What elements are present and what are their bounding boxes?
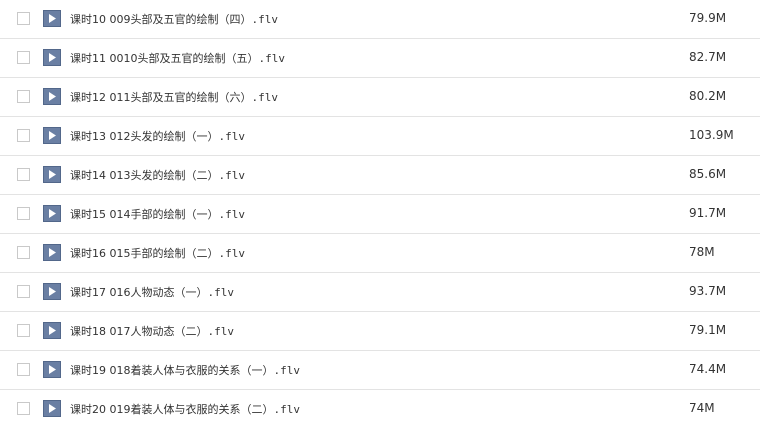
file-size: 85.6M xyxy=(689,167,727,181)
file-name[interactable]: 课时12 011头部及五官的绘制（六）.flv xyxy=(70,89,278,105)
file-size: 78M xyxy=(689,245,715,259)
file-name[interactable]: 课时13 012头发的绘制（一）.flv xyxy=(70,128,245,144)
file-row[interactable]: 课时15 014手部的绘制（一）.flv 91.7M xyxy=(0,195,760,234)
file-name[interactable]: 课时11 0010头部及五官的绘制（五）.flv xyxy=(70,50,285,66)
video-file-icon xyxy=(43,49,61,66)
file-row[interactable]: 课时17 016人物动态（一）.flv 93.7M xyxy=(0,273,760,312)
file-name[interactable]: 课时15 014手部的绘制（一）.flv xyxy=(70,206,245,222)
file-name[interactable]: 课时16 015手部的绘制（二）.flv xyxy=(70,245,245,261)
video-file-icon xyxy=(43,283,61,300)
select-checkbox[interactable] xyxy=(17,168,30,181)
video-file-icon xyxy=(43,166,61,183)
file-row[interactable]: 课时11 0010头部及五官的绘制（五）.flv 82.7M xyxy=(0,39,760,78)
video-file-icon xyxy=(43,322,61,339)
file-row[interactable]: 课时12 011头部及五官的绘制（六）.flv 80.2M xyxy=(0,78,760,117)
video-file-icon xyxy=(43,127,61,144)
select-checkbox[interactable] xyxy=(17,51,30,64)
select-checkbox[interactable] xyxy=(17,246,30,259)
select-checkbox[interactable] xyxy=(17,207,30,220)
select-checkbox[interactable] xyxy=(17,324,30,337)
video-file-icon xyxy=(43,88,61,105)
file-row[interactable]: 课时13 012头发的绘制（一）.flv 103.9M xyxy=(0,117,760,156)
file-size: 79.1M xyxy=(689,323,727,337)
file-row[interactable]: 课时14 013头发的绘制（二）.flv 85.6M xyxy=(0,156,760,195)
file-row[interactable]: 课时10 009头部及五官的绘制（四）.flv 79.9M xyxy=(0,0,760,39)
select-checkbox[interactable] xyxy=(17,90,30,103)
file-size: 82.7M xyxy=(689,50,727,64)
file-size: 74.4M xyxy=(689,362,727,376)
video-file-icon xyxy=(43,244,61,261)
file-name[interactable]: 课时20 019着装人体与衣服的关系（二）.flv xyxy=(70,401,300,417)
file-size: 80.2M xyxy=(689,89,727,103)
file-size: 91.7M xyxy=(689,206,727,220)
file-name[interactable]: 课时14 013头发的绘制（二）.flv xyxy=(70,167,245,183)
file-row[interactable]: 课时19 018着装人体与衣服的关系（一）.flv 74.4M xyxy=(0,351,760,390)
select-checkbox[interactable] xyxy=(17,363,30,376)
file-row[interactable]: 课时18 017人物动态（二）.flv 79.1M xyxy=(0,312,760,351)
file-name[interactable]: 课时18 017人物动态（二）.flv xyxy=(70,323,234,339)
file-name[interactable]: 课时19 018着装人体与衣服的关系（一）.flv xyxy=(70,362,300,378)
file-size: 79.9M xyxy=(689,11,727,25)
file-row[interactable]: 课时16 015手部的绘制（二）.flv 78M xyxy=(0,234,760,273)
file-row[interactable]: 课时20 019着装人体与衣服的关系（二）.flv 74M xyxy=(0,390,760,424)
file-size: 103.9M xyxy=(689,128,734,142)
select-checkbox[interactable] xyxy=(17,12,30,25)
file-size: 74M xyxy=(689,401,715,415)
select-checkbox[interactable] xyxy=(17,402,30,415)
file-list: 课时10 009头部及五官的绘制（四）.flv 79.9M 课时11 0010头… xyxy=(0,0,760,424)
video-file-icon xyxy=(43,10,61,27)
file-name[interactable]: 课时10 009头部及五官的绘制（四）.flv xyxy=(70,11,278,27)
select-checkbox[interactable] xyxy=(17,285,30,298)
file-name[interactable]: 课时17 016人物动态（一）.flv xyxy=(70,284,234,300)
video-file-icon xyxy=(43,400,61,417)
select-checkbox[interactable] xyxy=(17,129,30,142)
video-file-icon xyxy=(43,361,61,378)
video-file-icon xyxy=(43,205,61,222)
file-size: 93.7M xyxy=(689,284,727,298)
